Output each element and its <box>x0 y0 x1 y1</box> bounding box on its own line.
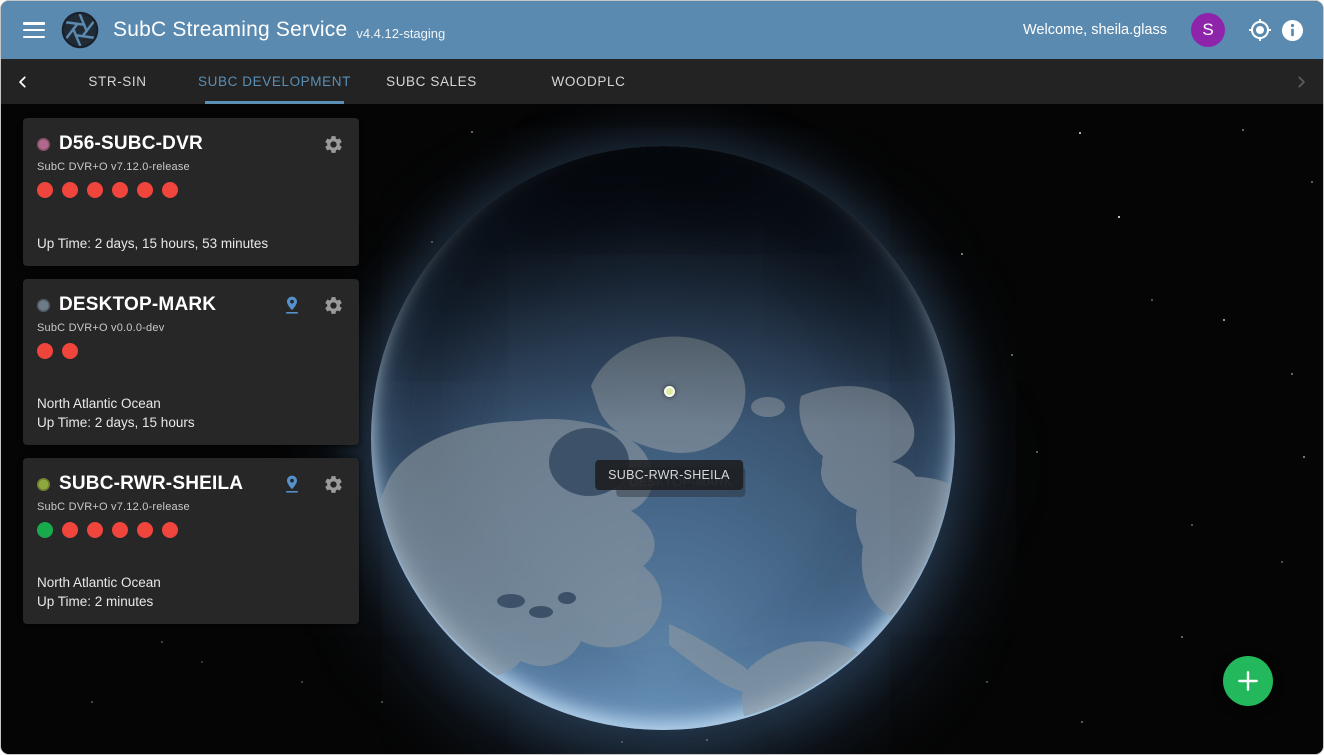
earth-globe[interactable] <box>371 146 955 730</box>
device-status-dot <box>37 299 50 312</box>
add-device-button[interactable] <box>1223 656 1273 706</box>
device-location-text: North Atlantic Ocean <box>37 394 345 413</box>
device-location-pin-icon[interactable] <box>280 472 304 496</box>
map-marker-dot[interactable] <box>664 386 675 397</box>
indicator-dot-red <box>37 343 53 359</box>
tab-subc-development[interactable]: SUBC DEVELOPMENT <box>196 59 353 104</box>
device-card-d56-subc-dvr[interactable]: D56-SUBC-DVR SubC DVR+O v7.12.0-release … <box>23 118 359 266</box>
device-card-desktop-mark[interactable]: DESKTOP-MARK SubC DVR+O v0.0.0-dev North… <box>23 279 359 445</box>
device-settings-gear-icon[interactable] <box>321 293 345 317</box>
device-name: D56-SUBC-DVR <box>59 133 203 155</box>
indicator-dot-red <box>37 182 53 198</box>
device-list: D56-SUBC-DVR SubC DVR+O v7.12.0-release … <box>23 118 359 624</box>
device-name: SUBC-RWR-SHEILA <box>59 473 243 495</box>
device-firmware-version: SubC DVR+O v0.0.0-dev <box>37 322 345 334</box>
indicator-dot-red <box>162 522 178 538</box>
indicator-dot-red <box>87 522 103 538</box>
tab-woodplc[interactable]: WOODPLC <box>510 59 667 104</box>
globe-device-label: SUBC-RWR-SHEILA <box>595 460 743 490</box>
indicator-dot-red <box>112 182 128 198</box>
app-version: v4.4.12-staging <box>356 20 445 41</box>
device-location-text: North Atlantic Ocean <box>37 573 345 592</box>
app-header: SubC Streaming Service v4.4.12-staging W… <box>1 1 1323 59</box>
indicator-dot-red <box>87 182 103 198</box>
subc-aperture-logo-icon <box>61 11 99 49</box>
device-firmware-version: SubC DVR+O v7.12.0-release <box>37 161 345 173</box>
device-settings-gear-icon[interactable] <box>321 472 345 496</box>
indicator-dot-green <box>37 522 53 538</box>
user-avatar[interactable]: S <box>1191 13 1225 47</box>
indicator-dot-red <box>137 182 153 198</box>
device-uptime-text: Up Time: 2 minutes <box>37 592 345 611</box>
page-title: SubC Streaming Service <box>113 18 347 42</box>
app-window: SubC Streaming Service v4.4.12-staging W… <box>0 0 1324 755</box>
map-area[interactable]: DESKTOP-MARK SUBC-RWR-SHEILA D56-SUBC-DV… <box>1 104 1323 754</box>
indicator-dot-red <box>112 522 128 538</box>
tabs-scroll-right-icon[interactable] <box>1279 59 1323 104</box>
channel-indicator-dots <box>37 182 345 198</box>
device-name: DESKTOP-MARK <box>59 294 216 316</box>
device-location-pin-icon[interactable] <box>280 293 304 317</box>
device-firmware-version: SubC DVR+O v7.12.0-release <box>37 501 345 513</box>
device-settings-gear-icon[interactable] <box>321 132 345 156</box>
device-card-subc-rwr-sheila[interactable]: SUBC-RWR-SHEILA SubC DVR+O v7.12.0-relea… <box>23 458 359 624</box>
info-icon[interactable] <box>1279 17 1305 43</box>
globe-terminator-shade <box>371 146 955 730</box>
indicator-dot-red <box>62 343 78 359</box>
hamburger-menu-icon[interactable] <box>23 22 45 38</box>
indicator-dot-red <box>162 182 178 198</box>
device-uptime-text: Up Time: 2 days, 15 hours <box>37 413 345 432</box>
indicator-dot-red <box>62 522 78 538</box>
channel-indicator-dots <box>37 343 345 359</box>
starfield <box>1 104 3 106</box>
device-status-dot <box>37 138 50 151</box>
indicator-dot-red <box>62 182 78 198</box>
my-location-icon[interactable] <box>1247 17 1273 43</box>
channel-indicator-dots <box>37 522 345 538</box>
indicator-dot-red <box>137 522 153 538</box>
tab-str-sin[interactable]: STR-SIN <box>39 59 196 104</box>
device-uptime-text: Up Time: 2 days, 15 hours, 53 minutes <box>37 234 345 253</box>
welcome-text: Welcome, sheila.glass <box>1023 22 1167 38</box>
tab-subc-sales[interactable]: SUBC SALES <box>353 59 510 104</box>
company-tab-bar: STR-SIN SUBC DEVELOPMENT SUBC SALES WOOD… <box>1 59 1323 104</box>
tabs-container: STR-SIN SUBC DEVELOPMENT SUBC SALES WOOD… <box>39 59 667 104</box>
device-status-dot <box>37 478 50 491</box>
